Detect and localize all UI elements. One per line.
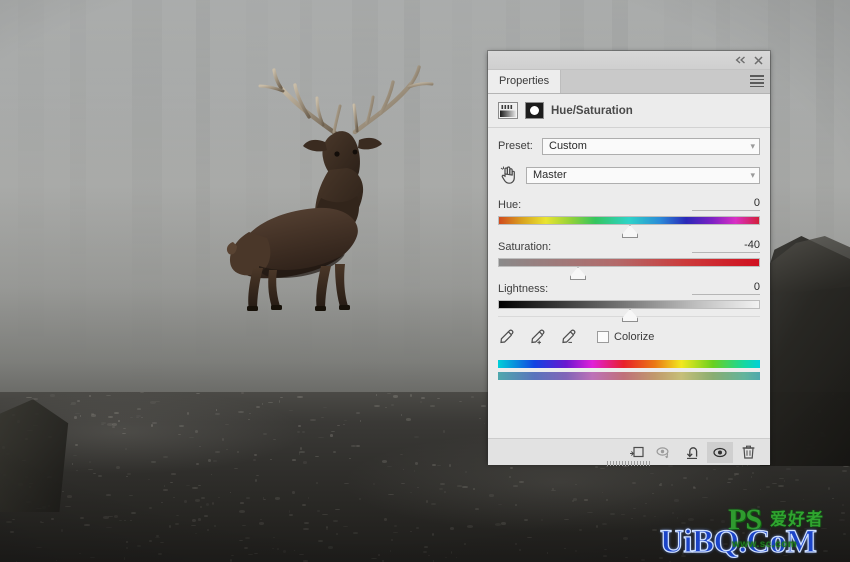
on-image-adjustment-hand-icon[interactable] [498,165,518,185]
hue-slider-track[interactable] [498,216,760,225]
adjustment-title: Hue/Saturation [551,105,633,117]
panel-titlebar[interactable] [488,51,770,70]
source-hue-spectrum-bar[interactable] [498,360,760,368]
spectrum-bars [488,346,770,380]
chevron-down-icon: ▾ [750,141,755,152]
colorize-label: Colorize [614,331,654,343]
layer-mask-thumbnail-icon[interactable] [525,102,544,119]
panel-body: Hue/Saturation Preset: Custom ▾ Master [488,94,770,465]
view-previous-button[interactable] [651,442,677,463]
saturation-slider-track[interactable] [498,258,760,267]
channel-dropdown[interactable]: Master ▾ [526,167,760,184]
channel-value: Master [533,169,567,181]
adjusted-hue-spectrum-bar[interactable] [498,372,760,380]
lightness-value[interactable]: 0 [692,281,760,295]
hue-value[interactable]: 0 [692,197,760,211]
panel-menu-icon[interactable] [750,75,764,87]
hue-saturation-adjustment-icon[interactable] [498,102,518,119]
eyedropper-plus-icon[interactable] [529,328,547,346]
lightness-label: Lightness: [498,283,548,295]
tab-properties[interactable]: Properties [488,70,561,93]
preset-label: Preset: [498,140,542,152]
deer-subject [205,58,440,313]
watermark: PS 爱好者 UiBQ.CoM www.sc.com [660,503,850,562]
slider-lightness: Lightness: 0 [488,281,770,317]
saturation-slider-thumb[interactable] [570,267,586,280]
panel-footer [488,438,770,465]
lightness-slider-track[interactable] [498,300,760,309]
eyedropper-icon[interactable] [498,328,516,346]
clip-to-layer-button[interactable] [623,442,649,463]
panel-tab-row: Properties [488,70,770,94]
delete-adjustment-button[interactable] [735,442,761,463]
close-panel-icon[interactable] [750,53,766,67]
collapse-panel-icon[interactable] [732,53,748,67]
colorize-checkbox[interactable]: Colorize [597,331,654,343]
reset-button[interactable] [679,442,705,463]
saturation-value[interactable]: -40 [692,239,760,253]
channel-row: Master ▾ [488,162,770,188]
panel-resize-grip[interactable] [607,461,651,466]
preset-value: Custom [549,140,587,152]
hue-slider-thumb[interactable] [622,225,638,238]
adjustment-header: Hue/Saturation [488,94,770,128]
chevron-down-icon: ▾ [750,170,755,181]
toggle-visibility-button[interactable] [707,442,733,463]
slider-saturation: Saturation: -40 [488,239,770,267]
eyedropper-minus-icon[interactable] [560,328,578,346]
preset-dropdown[interactable]: Custom ▾ [542,138,760,155]
checkbox-box-icon [597,331,609,343]
properties-panel: Properties Hue/Saturation Preset: [488,51,770,463]
slider-hue: Hue: 0 [488,197,770,225]
preset-row: Preset: Custom ▾ [488,133,770,159]
saturation-label: Saturation: [498,241,551,253]
hue-label: Hue: [498,199,521,211]
watermark-url: www.sc.com [732,539,797,550]
